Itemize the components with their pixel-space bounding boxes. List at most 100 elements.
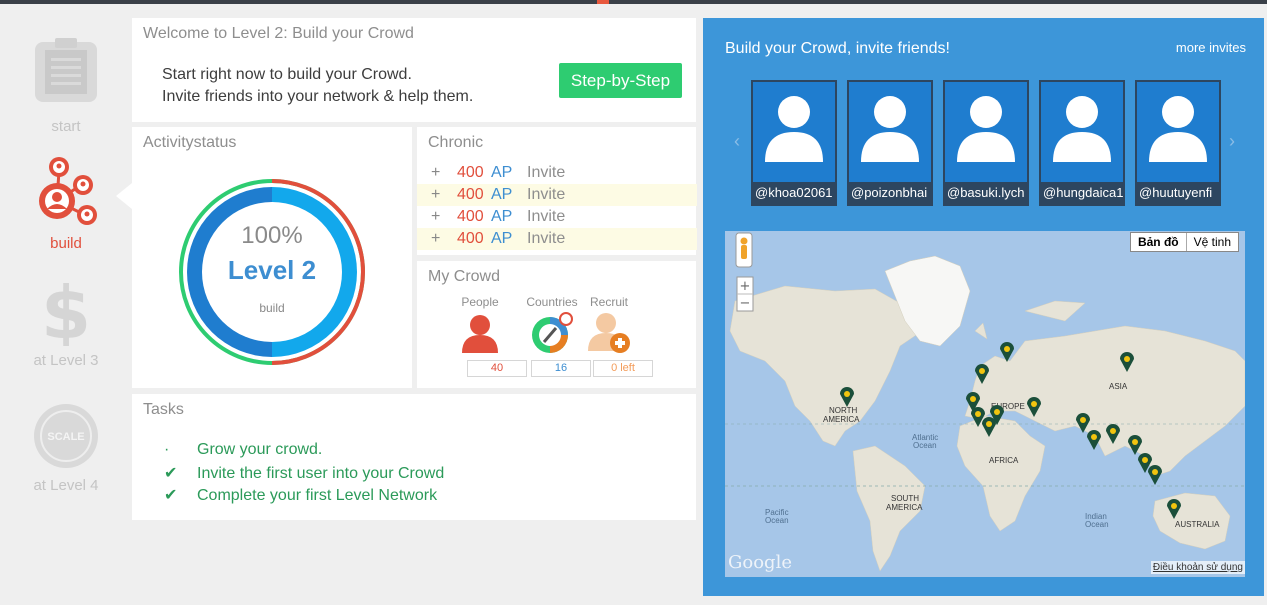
map-type-satellite-button[interactable]: Vệ tinh bbox=[1187, 233, 1238, 251]
chronic-row: + 400 AP Invite bbox=[417, 228, 697, 250]
world-map[interactable]: NORTH AMERICA EUROPE ASIA AFRICA SOUTH A… bbox=[725, 231, 1245, 577]
gauge-percent: 100% bbox=[241, 222, 303, 249]
scale-badge-text: SCALE bbox=[47, 431, 84, 443]
map-label-australia: AUSTRALIA bbox=[1175, 520, 1220, 529]
gauge-level: Level 2 bbox=[227, 255, 317, 285]
map-label-pacific-2: Ocean bbox=[765, 516, 789, 525]
svg-text:$: $ bbox=[41, 276, 91, 346]
map-label-atlantic-2: Ocean bbox=[913, 441, 937, 450]
recruit-value: 0 left bbox=[593, 360, 653, 377]
checkmark-icon: ✔ bbox=[164, 487, 178, 504]
task-text: Complete your first Level Network bbox=[197, 487, 438, 504]
welcome-title: Welcome to Level 2: Build your Crowd bbox=[143, 25, 414, 42]
countries-value: 16 bbox=[531, 360, 591, 377]
zoom-in-button[interactable]: + bbox=[740, 279, 751, 294]
recruit-label: Recruit bbox=[589, 295, 628, 309]
checkmark-icon: ✔ bbox=[164, 465, 178, 482]
people-column: People bbox=[444, 295, 516, 358]
friend-card[interactable]: @basuki.lych bbox=[943, 80, 1029, 206]
welcome-line-1: Start right now to build your Crowd. bbox=[162, 66, 412, 83]
recruit-column: Recruit bbox=[573, 295, 645, 358]
friend-card[interactable]: @khoa02061 bbox=[751, 80, 837, 206]
active-pointer bbox=[116, 183, 132, 209]
avatar-placeholder-icon bbox=[1053, 96, 1111, 162]
avatar-placeholder-icon bbox=[861, 96, 919, 162]
friend-handle: @huutuyenfi bbox=[1137, 182, 1219, 204]
map-type-toggle: Bản đồ Vệ tinh bbox=[1129, 232, 1239, 252]
avatar-placeholder-icon bbox=[957, 96, 1015, 162]
carousel-prev-icon[interactable]: ‹ bbox=[734, 131, 740, 152]
map-type-map-button[interactable]: Bản đồ bbox=[1131, 233, 1187, 251]
chronic-unit: AP bbox=[491, 164, 513, 181]
top-bar-marker bbox=[597, 0, 609, 4]
map-label-north-america-2: AMERICA bbox=[823, 415, 860, 424]
avatar-placeholder-icon bbox=[1149, 96, 1207, 162]
chronic-unit: AP bbox=[491, 230, 513, 247]
chronic-panel: Chronic + 400 AP Invite + 400 AP Invite … bbox=[417, 127, 697, 255]
top-bar bbox=[0, 0, 1267, 4]
chronic-unit: AP bbox=[491, 186, 513, 203]
zoom-control[interactable]: + − bbox=[736, 276, 754, 312]
chronic-sign: + bbox=[431, 164, 441, 181]
map-canvas: NORTH AMERICA EUROPE ASIA AFRICA SOUTH A… bbox=[725, 232, 1245, 572]
chronic-title: Chronic bbox=[428, 134, 484, 151]
network-icon bbox=[39, 157, 97, 225]
map-label-south-america-2: AMERICA bbox=[886, 503, 923, 512]
sidebar-item-start[interactable]: start bbox=[0, 36, 132, 135]
my-crowd-panel: My Crowd People 40 Countries 16 Recruit bbox=[417, 261, 696, 388]
avatar-placeholder-icon bbox=[765, 96, 823, 162]
friend-card[interactable]: @poizonbhai bbox=[847, 80, 933, 206]
friend-card[interactable]: @hungdaica1 bbox=[1039, 80, 1125, 206]
chronic-row: + 400 AP Invite bbox=[417, 206, 697, 228]
welcome-line-2: Invite friends into your network & help … bbox=[162, 88, 474, 105]
more-invites-link[interactable]: more invites bbox=[1176, 40, 1246, 55]
land-masses bbox=[729, 255, 1245, 572]
chronic-points: 400 bbox=[457, 208, 484, 225]
carousel-next-icon[interactable]: › bbox=[1229, 131, 1235, 152]
step-by-step-button[interactable]: Step-by-Step bbox=[559, 63, 682, 98]
map-label-africa: AFRICA bbox=[989, 456, 1019, 465]
task-bullet-icon: · bbox=[164, 441, 170, 458]
map-label-indian-2: Ocean bbox=[1085, 520, 1109, 529]
person-icon bbox=[462, 315, 498, 353]
compass-icon bbox=[532, 312, 573, 353]
chronic-action: Invite bbox=[527, 208, 566, 225]
google-logo: Google bbox=[728, 552, 792, 573]
chronic-points: 400 bbox=[457, 164, 484, 181]
chronic-action: Invite bbox=[527, 230, 566, 247]
chronic-row: + 400 AP Invite bbox=[417, 184, 697, 206]
zoom-out-button[interactable]: − bbox=[740, 296, 751, 311]
invite-panel: Build your Crowd, invite friends! more i… bbox=[703, 18, 1264, 596]
sidebar-label-build: build bbox=[50, 235, 82, 252]
sidebar-item-level4[interactable]: SCALE at Level 4 bbox=[0, 403, 132, 494]
map-terms-link[interactable]: Điều khoản sử dụng bbox=[1150, 561, 1245, 574]
gauge-stage: build bbox=[259, 301, 285, 315]
scale-badge-icon: SCALE bbox=[34, 404, 98, 468]
dollar-icon: $ bbox=[41, 271, 91, 355]
clipboard-icon bbox=[35, 38, 97, 102]
map-label-asia: ASIA bbox=[1109, 382, 1128, 391]
friend-handle: @poizonbhai bbox=[849, 182, 931, 204]
sidebar-item-build[interactable]: build bbox=[0, 155, 132, 252]
map-marker-icon[interactable] bbox=[1087, 430, 1101, 450]
task-text: Grow your crowd. bbox=[197, 441, 323, 458]
pegman-icon[interactable] bbox=[735, 232, 753, 268]
task-item: ✔ Complete your first Level Network bbox=[164, 485, 437, 505]
map-marker-icon[interactable] bbox=[1148, 465, 1162, 485]
crowd-title: My Crowd bbox=[428, 268, 501, 285]
chronic-sign: + bbox=[431, 186, 441, 203]
sidebar-label-start: start bbox=[51, 118, 81, 135]
chronic-points: 400 bbox=[457, 230, 484, 247]
chronic-row: + 400 AP Invite bbox=[417, 162, 697, 184]
friend-handle: @khoa02061 bbox=[753, 182, 835, 204]
chronic-action: Invite bbox=[527, 164, 566, 181]
sidebar-item-level3[interactable]: $ at Level 3 bbox=[0, 271, 132, 369]
friend-card[interactable]: @huutuyenfi bbox=[1135, 80, 1221, 206]
welcome-panel: Welcome to Level 2: Build your Crowd Sta… bbox=[132, 18, 696, 122]
welcome-text: Start right now to build your Crowd. Inv… bbox=[162, 64, 473, 108]
friend-handle: @hungdaica1 bbox=[1041, 182, 1123, 204]
chronic-unit: AP bbox=[491, 208, 513, 225]
task-item: · Grow your crowd. bbox=[164, 441, 322, 459]
chronic-action: Invite bbox=[527, 186, 566, 203]
friend-handle: @basuki.lych bbox=[945, 182, 1027, 204]
